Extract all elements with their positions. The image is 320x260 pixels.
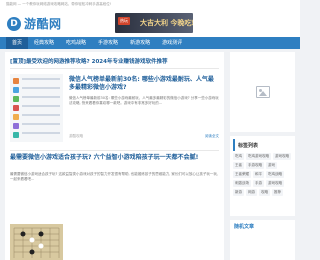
tag-item[interactable]: 网游 <box>246 189 257 196</box>
nav-item-classic[interactable]: 经典攻略 <box>28 37 60 49</box>
tag-item[interactable]: 吃鸡游戏攻略 <box>246 153 271 160</box>
divider <box>10 150 219 151</box>
article-excerpt: 微信人气榜单最新前30名: 哪些小游戏最耐玩、人气最多最精彩的微信小游戏? 分享… <box>69 96 219 105</box>
tag-item[interactable]: 王者 <box>233 162 244 169</box>
tag-item[interactable]: 王者荣耀 <box>233 171 251 178</box>
tag-item[interactable]: 游戏攻略 <box>273 153 291 160</box>
article-meta: 游酷攻略 <box>69 134 83 138</box>
tag-cloud-box: 标签列表 吃鸡 吃鸡游戏攻略 游戏攻略 王者 手游攻略 游戏 王者荣耀 和平 吃… <box>230 136 295 216</box>
site-logo[interactable]: D 游酷网 <box>7 15 62 32</box>
tag-list: 吃鸡 吃鸡游戏攻略 游戏攻略 王者 手游攻略 游戏 王者荣耀 和平 吃鸡战略 刺… <box>230 153 295 196</box>
tag-item[interactable]: 攻略 <box>259 189 270 196</box>
top-bar: 猫能网 — 一个教你玩网络游戏攻略网站、带你轻松冲刺手游高段位! <box>0 0 300 9</box>
random-posts-box: 随机文章 <box>230 220 295 260</box>
pinned-post-title[interactable]: [置顶]最受欢迎的网游推荐攻略? 2024年专业赚钱游戏软件推荐 <box>10 57 167 65</box>
main-content: [置顶]最受欢迎的网游推荐攻略? 2024年专业赚钱游戏软件推荐 微信人气榜单最… <box>5 52 224 260</box>
nav-item-home[interactable]: 首页 <box>6 37 29 49</box>
article-title[interactable]: 最需要微信小游戏适合孩子玩? 六个益智小游戏陪孩子玩一天都不会腻! <box>10 154 219 162</box>
top-bar-text: 猫能网 — 一个教你玩网络游戏攻略网站、带你轻松冲刺手游高段位! <box>6 2 112 6</box>
tag-item[interactable]: 吃鸡 <box>233 153 244 160</box>
article-item: 微信人气榜单最新前30名: 哪些小游戏最耐玩、人气最多最精彩微信小游戏? 微信人… <box>10 74 219 146</box>
tag-item[interactable]: 游戏攻略 <box>266 180 284 187</box>
nav-item-mobile[interactable]: 手游攻略 <box>92 37 124 49</box>
main-nav: 首页 经典攻略 吃鸡战略 手游攻略 新游攻略 游戏测评 <box>0 37 300 49</box>
tag-item[interactable]: 游戏 <box>266 162 277 169</box>
banner-text: 大吉大利 今晚吃鸡 <box>140 19 193 27</box>
article-thumbnail[interactable] <box>10 74 63 142</box>
go-board-image <box>10 224 63 260</box>
article-title[interactable]: 微信人气榜单最新前30名: 哪些小游戏最耐玩、人气最多最精彩微信小游戏? <box>69 76 219 92</box>
tag-item[interactable]: 手游攻略 <box>246 162 264 169</box>
header-banner-ad[interactable]: 热玩 大吉大利 今晚吃鸡 <box>115 13 193 33</box>
article-excerpt: 最需要微信小游戏适合孩子玩? 这款益智类小游戏对孩子的智力开发很有帮助, 也能锻… <box>10 172 219 181</box>
site-header: D 游酷网 热玩 大吉大利 今晚吃鸡 <box>0 9 300 37</box>
logo-badge-icon: D <box>7 16 21 31</box>
nav-item-new[interactable]: 新游攻略 <box>124 37 156 49</box>
tag-item[interactable]: 新游 <box>233 189 244 196</box>
read-more-link[interactable]: 阅读全文 <box>205 134 219 139</box>
logo-text: 游酷网 <box>24 17 62 31</box>
random-posts-title: 随机文章 <box>234 224 255 230</box>
tag-item[interactable]: 和平 <box>253 171 264 178</box>
tag-item[interactable]: 手游 <box>253 180 264 187</box>
sidebar-ad-slot[interactable] <box>230 52 295 132</box>
image-placeholder-icon <box>255 86 270 98</box>
app-grid-image <box>10 74 63 142</box>
tag-item[interactable]: 刺激战场 <box>233 180 251 187</box>
tag-item[interactable]: 吃鸡战略 <box>266 171 284 178</box>
nav-item-chicken[interactable]: 吃鸡战略 <box>60 37 92 49</box>
tag-item[interactable]: 推荐 <box>272 189 283 196</box>
banner-tag: 热玩 <box>118 17 130 25</box>
divider <box>10 68 219 69</box>
nav-item-review[interactable]: 游戏测评 <box>156 37 188 49</box>
article-thumbnail[interactable] <box>10 224 63 260</box>
article-item: 最需要微信小游戏适合孩子玩? 六个益智小游戏陪孩子玩一天都不会腻! 最需要微信小… <box>10 154 219 260</box>
tag-cloud-title: 标签列表 <box>233 139 295 151</box>
